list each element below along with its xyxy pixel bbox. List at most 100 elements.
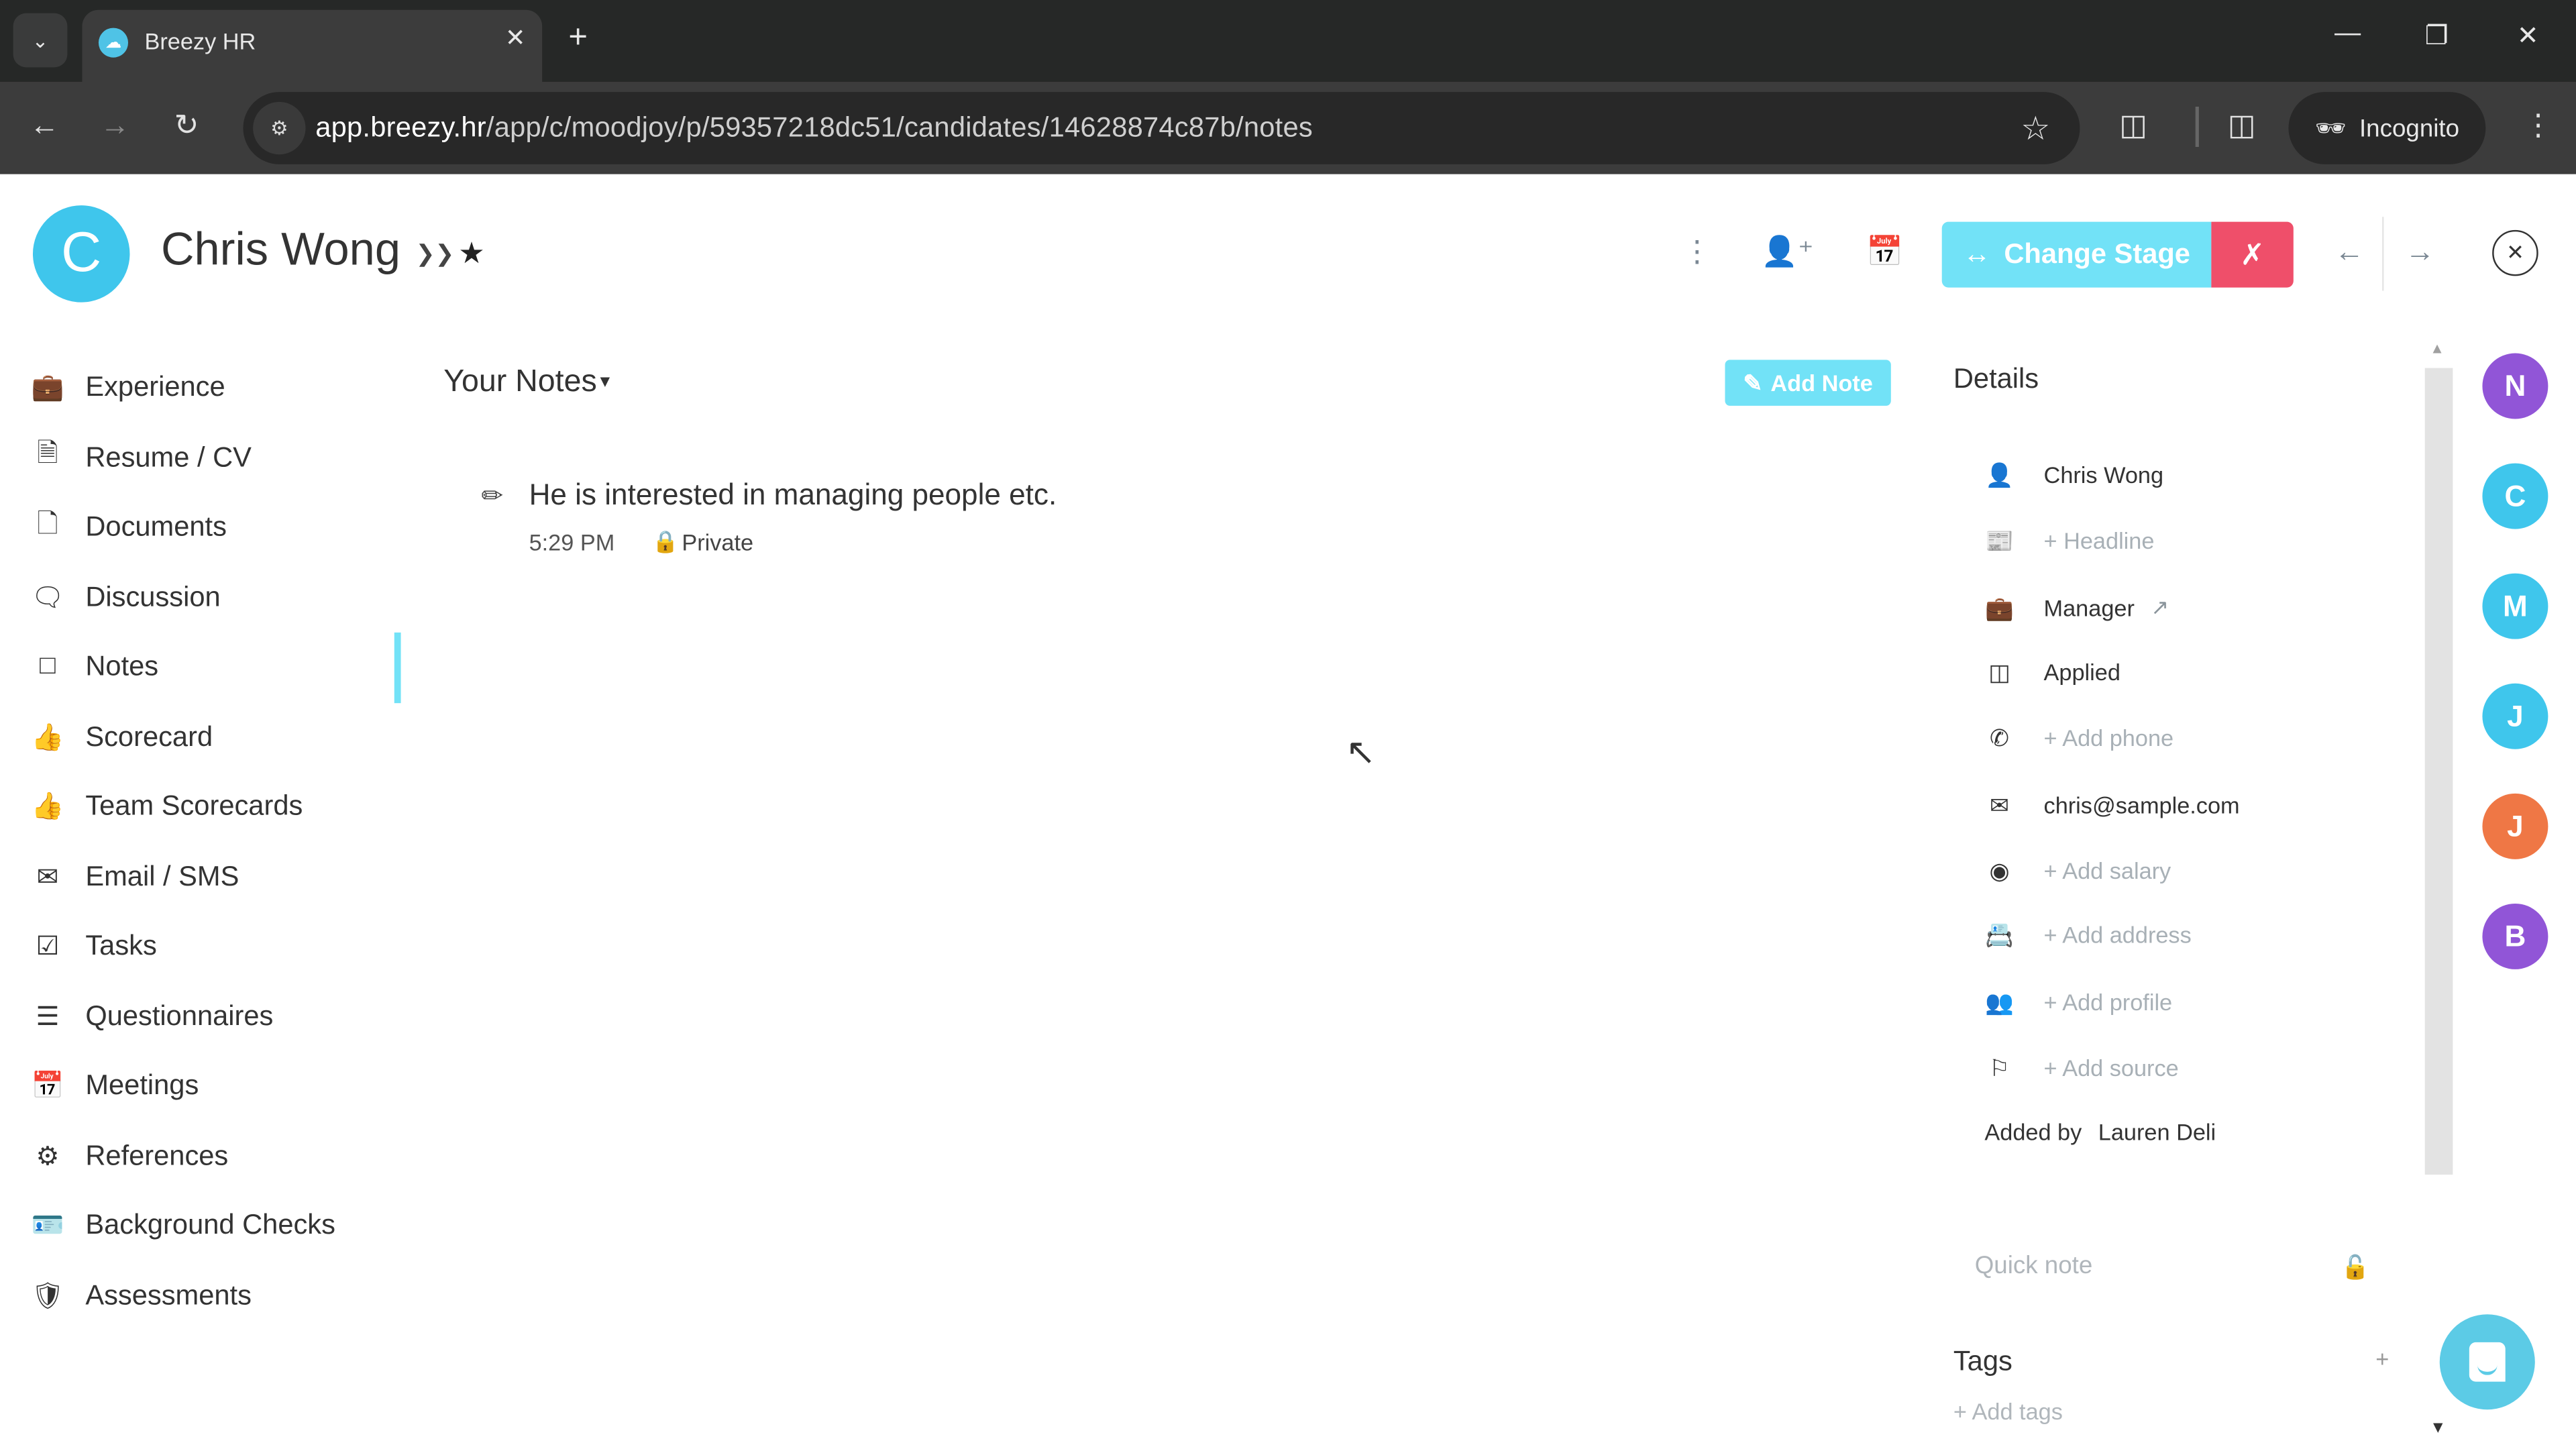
new-tab-button[interactable]: + bbox=[568, 19, 588, 57]
schedule-calendar-icon[interactable]: 📅 bbox=[1866, 235, 1903, 269]
sidebar-item-discussion[interactable]: 🗨 Discussion bbox=[30, 563, 407, 633]
sidebar-item-background-checks[interactable]: 🪪 Background Checks bbox=[30, 1191, 407, 1261]
unlock-icon[interactable]: 🔓 bbox=[2341, 1254, 2370, 1282]
detail-value: + Add salary bbox=[2043, 857, 2171, 884]
add-note-button[interactable]: ✎ Add Note bbox=[1725, 360, 1891, 406]
sidebar-item-label: Team Scorecards bbox=[85, 790, 303, 822]
money-icon: ◉ bbox=[1989, 857, 2010, 883]
briefcase-icon: 💼 bbox=[1985, 594, 2014, 621]
sidebar-item-scorecard[interactable]: 👍 Scorecard bbox=[30, 702, 407, 772]
browser-menu-icon[interactable]: ⋮ bbox=[2524, 109, 2553, 143]
notes-title: Your Notes bbox=[443, 364, 597, 400]
sidebar-item-meetings[interactable]: 📅 Meetings bbox=[30, 1051, 407, 1121]
sidebar-item-experience[interactable]: 💼 Experience bbox=[30, 354, 407, 423]
badge-icon: ⚙ bbox=[36, 1142, 60, 1171]
envelope-icon: ✉ bbox=[1990, 791, 2009, 818]
detail-headline[interactable]: 📰 + Headline bbox=[1984, 523, 2154, 559]
scroll-up-arrow[interactable]: ▲ bbox=[2430, 340, 2445, 356]
pipeline-candidate-avatar[interactable]: J bbox=[2482, 683, 2548, 749]
detail-name[interactable]: 👤 Chris Wong bbox=[1984, 457, 2163, 493]
side-panel-icon[interactable]: ◫ bbox=[2228, 109, 2256, 143]
divider bbox=[2382, 217, 2384, 291]
url-text[interactable]: app.breezy.hr/app/c/moodjoy/p/59357218dc… bbox=[315, 112, 1313, 145]
incognito-label: Incognito bbox=[2359, 114, 2460, 142]
sidebar-item-references[interactable]: ⚙ References bbox=[30, 1121, 407, 1191]
calendar-icon: 📅 bbox=[31, 1073, 64, 1102]
tab-search-button[interactable]: ⌄ bbox=[13, 13, 68, 68]
list-icon: ☰ bbox=[36, 1003, 60, 1032]
detail-source[interactable]: ⚐ + Add source bbox=[1984, 1050, 2179, 1086]
detail-email[interactable]: ✉ chris@sample.com bbox=[1984, 787, 2240, 823]
add-tags-link[interactable]: + Add tags bbox=[1953, 1398, 2063, 1424]
chat-bubbles-icon: 🗨 bbox=[31, 584, 64, 612]
site-settings-icon[interactable]: ⚙ bbox=[253, 101, 306, 155]
reload-icon[interactable]: ↻ bbox=[174, 109, 199, 143]
candidate-avatar: C bbox=[32, 205, 130, 303]
pipeline-candidate-avatar[interactable]: M bbox=[2482, 573, 2548, 639]
pipeline-candidate-avatar[interactable]: C bbox=[2482, 463, 2548, 529]
quick-note-input[interactable]: Quick note bbox=[1975, 1252, 2093, 1280]
favorite-star-icon[interactable]: ★ bbox=[458, 237, 485, 271]
lock-icon: 🔒 bbox=[652, 529, 679, 554]
support-chat-button[interactable] bbox=[2439, 1314, 2535, 1410]
details-scrollbar[interactable] bbox=[2424, 368, 2453, 1175]
disqualify-button[interactable]: ✗ bbox=[2211, 221, 2294, 288]
detail-value: Applied bbox=[2043, 659, 2121, 686]
restore-window-icon[interactable]: ❐ bbox=[2425, 19, 2449, 52]
detail-stage[interactable]: ◫ Applied bbox=[1984, 654, 2121, 690]
sidebar-item-resume[interactable]: 🗎 Resume / CV bbox=[30, 423, 407, 493]
detail-address[interactable]: 📇 + Add address bbox=[1984, 917, 2192, 953]
add-follower-icon[interactable]: 👤⁺ bbox=[1761, 235, 1813, 269]
change-stage-button[interactable]: ↔ Change Stage bbox=[1941, 221, 2212, 288]
sidebar-item-label: Experience bbox=[85, 372, 225, 403]
user-slash-icon: ✗ bbox=[2240, 237, 2265, 270]
close-candidate-button[interactable]: ✕ bbox=[2492, 229, 2538, 276]
close-window-icon[interactable]: ✕ bbox=[2517, 19, 2539, 52]
incognito-indicator[interactable]: 🕶 Incognito bbox=[2288, 92, 2486, 164]
sidebar-item-team-scorecards[interactable]: 👍 Team Scorecards bbox=[30, 772, 407, 842]
detail-value: + Add source bbox=[2043, 1055, 2179, 1081]
sidebar-item-questionnaires[interactable]: ☰ Questionnaires bbox=[30, 981, 407, 1051]
sidebar-item-documents[interactable]: 🗋 Documents bbox=[30, 493, 407, 563]
detail-salary[interactable]: ◉ + Add salary bbox=[1984, 853, 2171, 889]
sidebar-item-tasks[interactable]: ☑ Tasks bbox=[30, 912, 407, 981]
sidebar-item-notes[interactable]: □ Notes bbox=[30, 633, 407, 702]
forward-arrow-icon[interactable]: → bbox=[100, 109, 129, 143]
candidate-name: Chris Wong bbox=[161, 223, 400, 274]
detail-profile[interactable]: 👥 + Add profile bbox=[1984, 984, 2172, 1020]
envelope-icon: ✉ bbox=[36, 863, 59, 892]
detail-value: chris@sample.com bbox=[2043, 792, 2240, 818]
next-candidate-icon[interactable]: → bbox=[2405, 235, 2434, 269]
scroll-down-arrow[interactable]: ▼ bbox=[2430, 1419, 2446, 1438]
sidebar-item-email-sms[interactable]: ✉ Email / SMS bbox=[30, 842, 407, 912]
previous-candidate-icon[interactable]: ← bbox=[2334, 235, 2364, 269]
note-privacy: Private bbox=[682, 529, 754, 555]
details-title: Details bbox=[1953, 363, 2039, 394]
tab-close-icon[interactable]: ✕ bbox=[505, 23, 526, 53]
pipeline-candidate-avatar[interactable]: B bbox=[2482, 903, 2548, 969]
extensions-puzzle-icon[interactable]: ◫ bbox=[2119, 109, 2147, 143]
address-bar[interactable]: ⚙ app.breezy.hr/app/c/moodjoy/p/59357218… bbox=[243, 92, 2080, 164]
screen: ⌄ ☁ Breezy HR ✕ + — ❐ ✕ ← → ↻ ⚙ app.bree… bbox=[0, 0, 2576, 1449]
add-tag-plus-icon[interactable]: + bbox=[2375, 1346, 2389, 1372]
sidebar-item-label: Discussion bbox=[85, 581, 221, 612]
users-icon: 👥 bbox=[1985, 988, 2014, 1015]
pipeline-candidate-avatar[interactable]: N bbox=[2482, 353, 2548, 419]
pipeline-candidate-avatar[interactable]: J bbox=[2482, 793, 2548, 859]
sidebar-item-assessments[interactable]: 🛡 Assessments bbox=[30, 1261, 407, 1331]
user-icon: 👤 bbox=[1985, 460, 2014, 488]
detail-position[interactable]: 💼 Manager ↗ bbox=[1984, 590, 2169, 626]
notes-filter-dropdown[interactable]: Your Notes▼ bbox=[443, 365, 613, 401]
external-link-icon[interactable]: ↗ bbox=[2151, 595, 2169, 621]
detail-phone[interactable]: ✆ + Add phone bbox=[1984, 720, 2174, 756]
bookmark-star-icon[interactable]: ☆ bbox=[2021, 109, 2050, 150]
sidebar-item-label: References bbox=[85, 1139, 229, 1171]
back-arrow-icon[interactable]: ← bbox=[30, 109, 59, 143]
rss-feed-icon[interactable]: ❯❯ bbox=[416, 240, 454, 268]
edit-note-pencil-icon[interactable]: ✏ bbox=[482, 480, 504, 513]
more-options-icon[interactable]: ⋮ bbox=[1682, 235, 1712, 269]
browser-tab[interactable]: ☁ Breezy HR ✕ bbox=[82, 9, 543, 83]
arrows-horizontal-icon: ↔ bbox=[1963, 238, 1991, 270]
pipeline-stage-icon: ◫ bbox=[1988, 657, 2010, 685]
minimize-window-icon[interactable]: — bbox=[2334, 19, 2361, 49]
